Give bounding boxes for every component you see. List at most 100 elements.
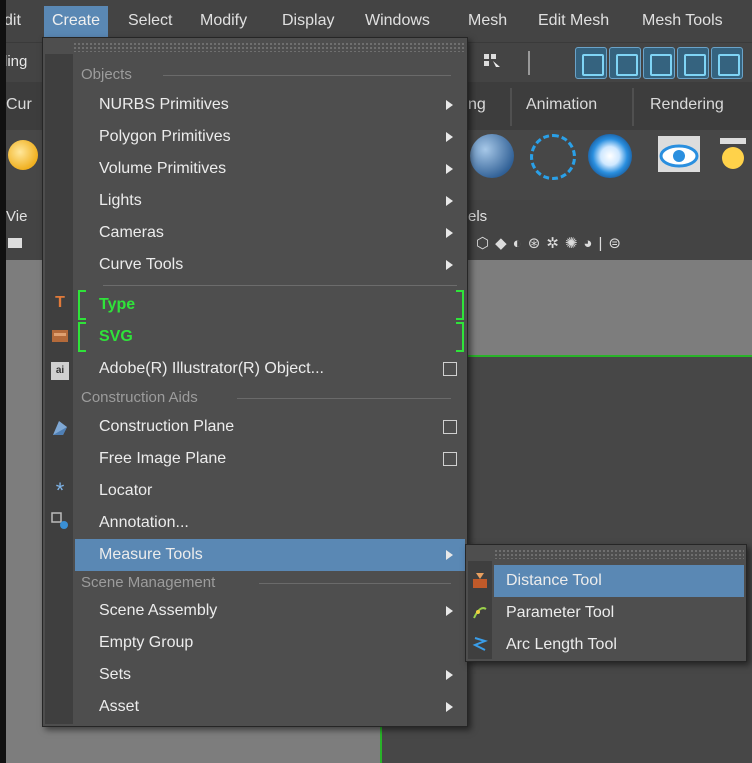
menu-item-type[interactable]: Type	[75, 289, 465, 321]
menu-item-locator[interactable]: Locator	[75, 475, 465, 507]
camera-icon[interactable]	[8, 238, 22, 248]
menu-mesh-tools[interactable]: Mesh Tools	[642, 12, 723, 30]
menu-item-empty-group[interactable]: Empty Group	[75, 627, 465, 659]
tab-separator	[510, 88, 512, 126]
menu-item-lights[interactable]: Lights	[75, 185, 465, 217]
menu-item-svg[interactable]: SVG	[75, 321, 465, 353]
menu-item-label: Type	[99, 296, 136, 313]
section-label: Objects	[81, 66, 132, 83]
panels-menu[interactable]: els	[468, 208, 487, 225]
select-tool-icon[interactable]	[484, 52, 502, 72]
menu-item-sets[interactable]: Sets	[75, 659, 465, 691]
menu-display[interactable]: Display	[282, 12, 334, 30]
tab-rigging[interactable]: ng	[468, 96, 486, 114]
locator-icon: *	[55, 478, 65, 503]
group-bracket	[78, 290, 86, 320]
submenu-arrow-icon	[446, 196, 453, 206]
menu-item-label: NURBS Primitives	[99, 96, 229, 113]
group-bracket	[78, 322, 86, 352]
menu-item-label: Distance Tool	[506, 572, 602, 589]
menu-edit[interactable]: dit	[4, 12, 21, 30]
svg-icon	[51, 328, 69, 346]
group-bracket	[456, 322, 464, 352]
group-bracket	[456, 290, 464, 320]
menu-item-label: Construction Plane	[99, 418, 235, 435]
menu-item-scene-assembly[interactable]: Scene Assembly	[75, 595, 465, 627]
mode-field[interactable]: ling	[4, 53, 27, 70]
tab-animation[interactable]: Animation	[526, 96, 597, 114]
menu-item-distance-tool[interactable]: Distance Tool	[494, 565, 744, 597]
ai-icon: ai	[51, 362, 69, 380]
sphere-render-icon[interactable]	[470, 134, 514, 178]
shelf-divider	[528, 51, 530, 75]
snap-point-icon[interactable]	[643, 47, 675, 79]
menu-item-illustrator-object[interactable]: Adobe(R) Illustrator(R) Object...	[75, 353, 465, 385]
snap-grid-icon[interactable]	[575, 47, 607, 79]
section-label: Construction Aids	[81, 389, 198, 406]
submenu-arrow-icon	[446, 164, 453, 174]
menu-item-free-image-plane[interactable]: Free Image Plane	[75, 443, 465, 475]
menu-item-arc-length-tool[interactable]: Arc Length Tool	[494, 629, 744, 661]
window-edge	[0, 0, 6, 763]
menu-item-asset[interactable]: Asset	[75, 691, 465, 723]
menu-item-label: Adobe(R) Illustrator(R) Object...	[99, 360, 324, 377]
ipr-render-icon[interactable]	[588, 134, 632, 178]
submenu-arrow-icon	[446, 260, 453, 270]
menu-item-measure-tools[interactable]: Measure Tools	[75, 539, 465, 571]
snap-curve-icon[interactable]	[609, 47, 641, 79]
measure-tools-submenu: Distance Tool Parameter Tool Arc Length …	[465, 544, 747, 662]
tab-separator	[632, 88, 634, 126]
section-construction-aids: Construction Aids	[81, 386, 461, 410]
main-menubar: dit Create Select Modify Display Windows…	[0, 0, 752, 42]
option-box[interactable]	[443, 420, 457, 434]
tab-curves[interactable]: Cur	[6, 96, 32, 114]
menu-item-label: SVG	[99, 328, 133, 345]
plane-icon	[51, 419, 69, 437]
menu-modify[interactable]: Modify	[200, 12, 247, 30]
menu-item-label: Locator	[99, 482, 153, 499]
parameter-tool-icon	[472, 603, 488, 621]
arc-length-tool-icon	[472, 635, 489, 653]
menu-item-label: Scene Assembly	[99, 602, 218, 619]
option-box[interactable]	[443, 452, 457, 466]
tear-off-handle[interactable]	[494, 549, 744, 559]
annotation-icon	[51, 512, 69, 530]
option-box[interactable]	[443, 362, 457, 376]
menu-item-label: Asset	[99, 698, 140, 715]
menu-item-parameter-tool[interactable]: Parameter Tool	[494, 597, 744, 629]
menu-item-label: Free Image Plane	[99, 450, 227, 467]
menu-edit-mesh[interactable]: Edit Mesh	[538, 12, 609, 30]
menu-item-annotation[interactable]: Annotation...	[75, 507, 465, 539]
menu-item-construction-plane[interactable]: Construction Plane	[75, 411, 465, 443]
light-icon[interactable]	[8, 140, 38, 170]
tear-off-handle[interactable]	[73, 42, 465, 52]
view-menu[interactable]: Vie	[6, 208, 27, 225]
section-objects: Objects	[81, 63, 461, 87]
menu-item-label: Annotation...	[99, 514, 189, 531]
menu-item-label: Lights	[99, 192, 142, 209]
light-bulb-icon[interactable]	[718, 138, 748, 176]
submenu-arrow-icon	[446, 100, 453, 110]
distance-tool-icon	[472, 571, 488, 589]
menu-select[interactable]: Select	[128, 12, 172, 30]
menu-item-nurbs-primitives[interactable]: NURBS Primitives	[75, 89, 465, 121]
section-divider	[259, 583, 451, 584]
tab-rendering[interactable]: Rendering	[650, 96, 724, 114]
menu-item-label: Cameras	[99, 224, 164, 241]
menu-mesh[interactable]: Mesh	[468, 12, 507, 30]
submenu-arrow-icon	[446, 606, 453, 616]
menu-item-polygon-primitives[interactable]: Polygon Primitives	[75, 121, 465, 153]
submenu-arrow-icon	[446, 132, 453, 142]
snap-view-icon[interactable]	[677, 47, 709, 79]
viewport-shading-icons[interactable]: ⬡◆◐⊛✲✺◕|⊜	[476, 234, 748, 254]
render-view-icon[interactable]	[656, 134, 702, 174]
menu-item-cameras[interactable]: Cameras	[75, 217, 465, 249]
menu-windows[interactable]: Windows	[365, 12, 430, 30]
menu-create[interactable]: Create	[44, 6, 109, 38]
menu-item-curve-tools[interactable]: Curve Tools	[75, 249, 465, 281]
menu-item-volume-primitives[interactable]: Volume Primitives	[75, 153, 465, 185]
section-divider	[237, 398, 451, 399]
render-region-icon[interactable]	[530, 134, 576, 180]
submenu-arrow-icon	[446, 550, 453, 560]
snap-surface-icon[interactable]	[711, 47, 743, 79]
